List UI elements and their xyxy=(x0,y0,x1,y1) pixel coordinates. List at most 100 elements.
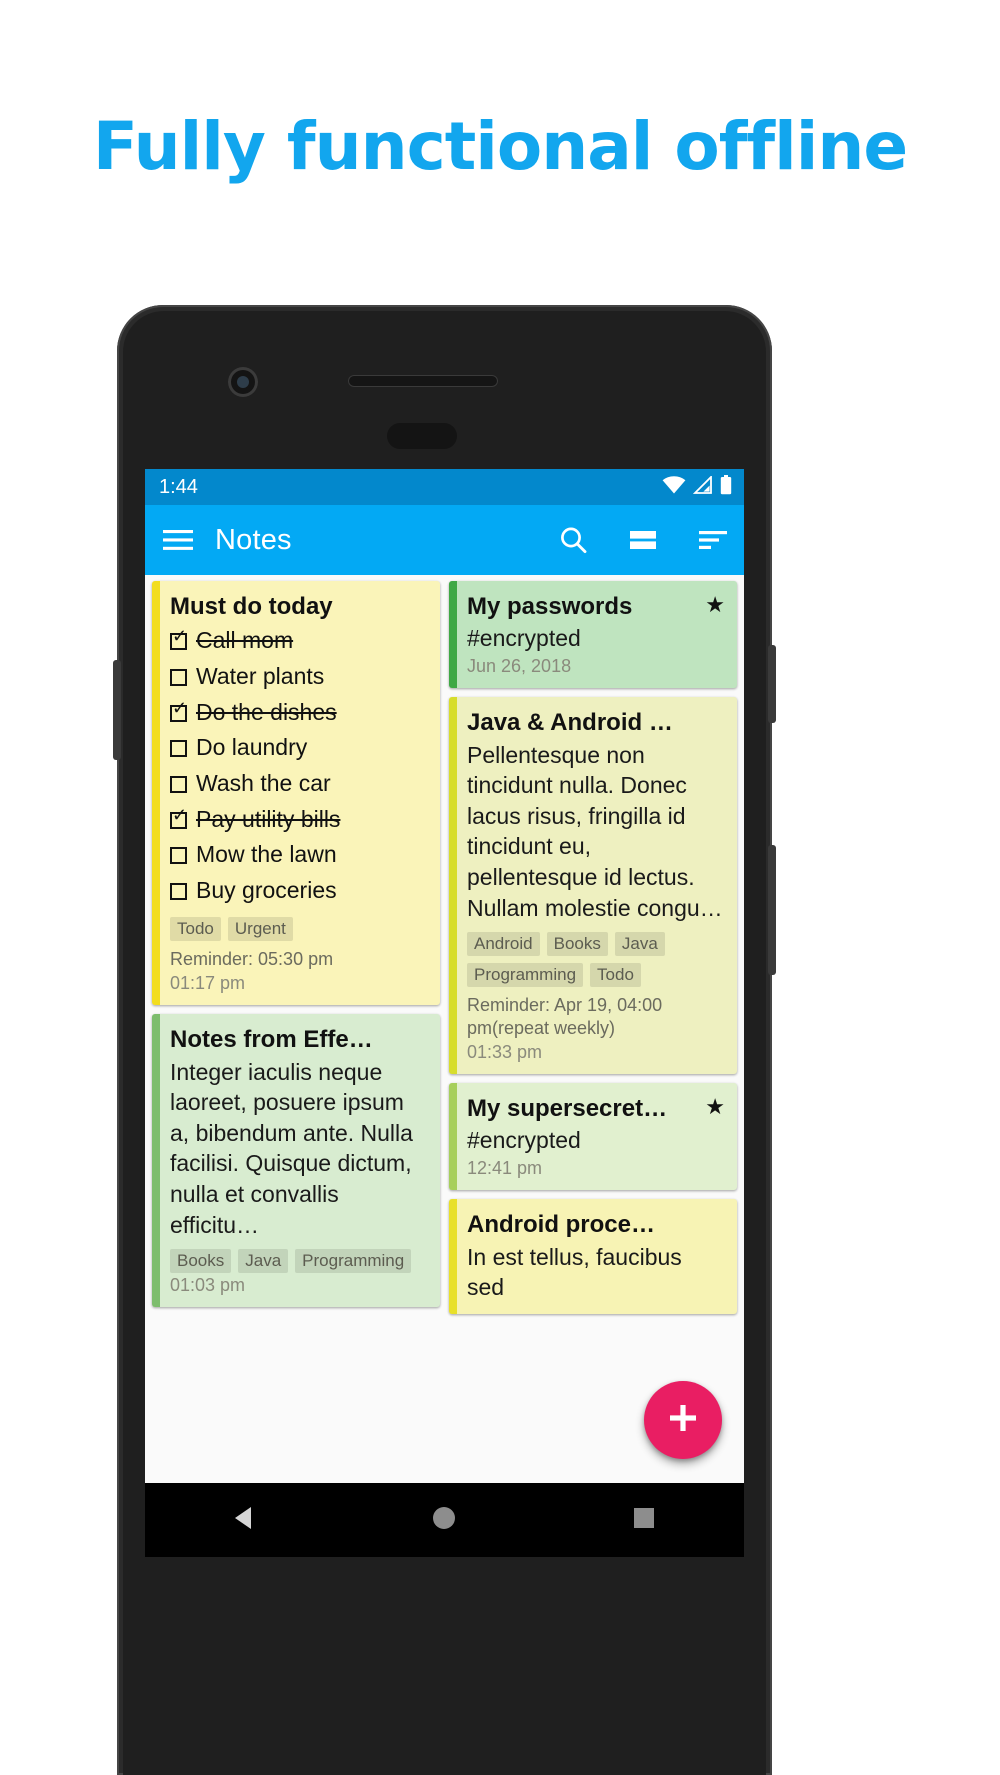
checkbox-checked-icon[interactable] xyxy=(170,699,187,722)
note-title: My passwords xyxy=(467,593,633,620)
star-icon[interactable]: ★ xyxy=(705,1094,725,1119)
note-reminder: Reminder: Apr 19, 04:00 pm(repeat weekly… xyxy=(467,995,663,1038)
recents-square-icon[interactable] xyxy=(629,1503,659,1538)
note-body: Integer iaculis neque laoreet, posuere i… xyxy=(170,1058,413,1238)
note-date: 01:33 pm xyxy=(467,1041,543,1062)
checklist-item-label: Do the dishes xyxy=(196,698,337,725)
add-note-fab[interactable] xyxy=(644,1381,722,1459)
note-card[interactable]: My supersecret… ★ #encrypted 12:41 pm xyxy=(449,1082,737,1191)
status-bar-icons xyxy=(662,474,732,500)
note-accent-bar xyxy=(449,1082,457,1191)
note-tag: Todo xyxy=(590,963,641,988)
note-body: In est tellus, faucibus sed xyxy=(467,1243,682,1301)
checklist-item[interactable]: Call mom xyxy=(170,623,428,659)
note-tags: Books Java Programming xyxy=(170,1249,428,1274)
home-circle-icon[interactable] xyxy=(429,1503,459,1538)
checklist-item-label: Buy groceries xyxy=(196,876,337,903)
note-tag: Books xyxy=(546,932,608,957)
notes-grid: Must do today Call mom Water plants xyxy=(145,575,744,1483)
note-title: Android proce… xyxy=(467,1211,656,1239)
notes-column-left: Must do today Call mom Water plants xyxy=(152,581,440,1483)
note-card[interactable]: Notes from Effe… Integer iaculis neque l… xyxy=(152,1014,440,1308)
checklist-item-label: Mow the lawn xyxy=(196,841,337,868)
android-navigation-bar xyxy=(145,1483,744,1557)
note-title: Must do today xyxy=(170,593,333,620)
phone-mockup: 1:44 Notes Must do today ✓ Call mom Wate… xyxy=(113,305,776,1775)
app-bar-actions xyxy=(558,525,728,555)
note-header: Notes from Effe… xyxy=(170,1026,428,1056)
phone-volume-button xyxy=(768,845,776,975)
note-reminder: Reminder: 05:30 pm xyxy=(170,949,334,970)
phone-screen: 1:44 Notes Must do today ✓ Call mom Wate… xyxy=(145,469,744,1483)
search-icon[interactable] xyxy=(558,525,588,555)
note-tag: Android xyxy=(467,932,540,957)
note-header: My passwords ★ xyxy=(467,592,725,623)
checklist-item[interactable]: Pay utility bills xyxy=(170,802,428,838)
checkbox-icon[interactable] xyxy=(170,847,187,865)
note-title: Java & Android … xyxy=(467,709,673,737)
checkbox-icon[interactable] xyxy=(170,775,187,793)
note-title: Notes from Effe… xyxy=(170,1026,373,1054)
checkbox-icon[interactable] xyxy=(170,668,187,686)
note-card[interactable]: Android proce… In est tellus, faucibus s… xyxy=(449,1199,737,1314)
status-bar: 1:44 xyxy=(145,469,744,505)
phone-side-button-left xyxy=(113,660,121,760)
proximity-sensor xyxy=(387,423,457,449)
wifi-icon xyxy=(662,475,686,499)
note-tag: Books xyxy=(170,1249,232,1274)
checklist-item-label: Wash the car xyxy=(196,769,331,796)
note-tag: Java xyxy=(614,932,665,957)
checklist-item-label: Call mom xyxy=(196,627,294,654)
checkbox-icon[interactable] xyxy=(170,740,187,758)
note-body: Pellentesque non tincidunt nulla. Donec … xyxy=(467,741,723,921)
checklist-item[interactable]: Do the dishes xyxy=(170,695,428,731)
hamburger-menu-icon[interactable] xyxy=(163,529,193,551)
note-header: My supersecret… ★ xyxy=(467,1094,725,1125)
phone-body: 1:44 Notes Must do today ✓ Call mom Wate… xyxy=(123,311,766,1775)
note-title: My supersecret… xyxy=(467,1094,668,1122)
front-camera-icon xyxy=(228,367,258,397)
note-header: Java & Android … xyxy=(467,709,725,739)
notes-column-right: My passwords ★ #encrypted Jun 26, 2018 J… xyxy=(449,581,737,1483)
sort-icon[interactable] xyxy=(698,528,728,552)
note-accent-bar xyxy=(152,581,160,1006)
checklist-item-label: Do laundry xyxy=(196,734,308,761)
checklist-item-label: Water plants xyxy=(196,662,325,689)
checklist-item-label: Pay utility bills xyxy=(196,805,341,832)
star-icon[interactable]: ★ xyxy=(705,592,725,617)
page-title: Fully functional offline xyxy=(92,108,908,185)
note-header: Android proce… xyxy=(467,1211,725,1241)
note-accent-bar xyxy=(449,697,457,1074)
note-tags: Android Books Java Programming Todo xyxy=(467,932,725,988)
layout-toggle-icon[interactable] xyxy=(628,528,658,552)
note-header: Must do today xyxy=(170,593,428,623)
battery-icon xyxy=(720,474,732,500)
note-date: 01:17 pm xyxy=(170,973,246,994)
checklist-item[interactable]: Mow the lawn xyxy=(170,837,428,873)
checklist-item[interactable]: Water plants xyxy=(170,659,428,695)
note-date: 12:41 pm xyxy=(467,1158,543,1179)
note-card[interactable]: Must do today Call mom Water plants xyxy=(152,581,440,1006)
note-tag: Java xyxy=(238,1249,289,1274)
app-bar: Notes xyxy=(145,505,744,575)
note-date: 01:03 pm xyxy=(170,1275,246,1296)
phone-power-button xyxy=(768,645,776,723)
checkbox-checked-icon[interactable] xyxy=(170,627,187,651)
note-card[interactable]: My passwords ★ #encrypted Jun 26, 2018 xyxy=(449,581,737,689)
note-accent-bar xyxy=(152,1014,160,1308)
checklist-item[interactable]: Wash the car xyxy=(170,766,428,802)
note-tag: Urgent xyxy=(227,917,293,942)
note-subtitle: #encrypted xyxy=(467,625,581,652)
note-card[interactable]: Java & Android … Pellentesque non tincid… xyxy=(449,697,737,1074)
checkbox-icon[interactable] xyxy=(170,882,187,900)
status-bar-clock: 1:44 xyxy=(159,475,198,498)
checklist-item[interactable]: Do laundry xyxy=(170,730,428,766)
signal-icon xyxy=(692,474,713,499)
checkbox-checked-icon[interactable] xyxy=(170,806,187,829)
checklist-item[interactable]: Buy groceries xyxy=(170,873,428,909)
note-date: Jun 26, 2018 xyxy=(467,656,572,677)
note-accent-bar xyxy=(449,1199,457,1314)
note-subtitle: #encrypted xyxy=(467,1127,581,1154)
note-tags: Todo Urgent xyxy=(170,917,428,942)
back-triangle-icon[interactable] xyxy=(230,1503,260,1538)
